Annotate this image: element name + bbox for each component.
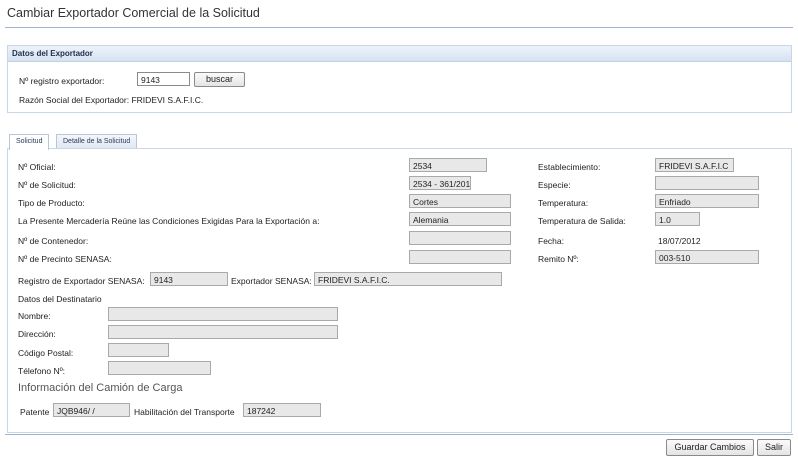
- temperatura-label: Temperatura:: [538, 198, 589, 208]
- fecha-value: 18/07/2012: [658, 236, 701, 246]
- remito-label: Remito Nº:: [538, 254, 579, 264]
- tab-detalle-solicitud[interactable]: Detalle de la Solicitud: [56, 134, 138, 149]
- razon-social-text: Razón Social del Exportador: FRIDEVI S.A…: [19, 95, 204, 105]
- exportador-senasa-label: Exportador SENASA:: [231, 276, 312, 286]
- nro-precinto-field: [409, 250, 511, 264]
- remito-field: 003-510: [655, 250, 759, 264]
- especie-label: Especie:: [538, 180, 571, 190]
- registro-exportador-label: Nº registro exportador:: [19, 76, 105, 86]
- footer-divider: [5, 434, 793, 435]
- establecimiento-field: FRIDEVI S.A.F.I.C: [655, 158, 734, 172]
- registro-senasa-field: 9143: [150, 272, 228, 286]
- nombre-label: Nombre:: [18, 311, 51, 321]
- camion-heading: Información del Camión de Carga: [18, 382, 183, 394]
- nro-oficial-label: Nº Oficial:: [18, 162, 56, 172]
- nro-solicitud-field: 2534 - 361/201: [409, 176, 471, 190]
- tab-solicitud[interactable]: Solicitud: [9, 134, 50, 150]
- solicitud-panel: Nº Oficial: 2534 Nº de Solicitud: 2534 -…: [7, 148, 792, 433]
- destinatario-heading: Datos del Destinatario: [18, 294, 102, 304]
- exportador-senasa-field: FRIDEVI S.A.F.I.C.: [314, 272, 502, 286]
- page-title: Cambiar Exportador Comercial de la Solic…: [7, 6, 260, 20]
- destino-exportacion-field: Alemania: [409, 212, 511, 226]
- establecimiento-label: Establecimiento:: [538, 162, 601, 172]
- buscar-button[interactable]: buscar: [194, 72, 245, 87]
- telefono-field: [108, 361, 211, 375]
- patente-field: JQB946/ /: [53, 403, 130, 417]
- codigo-postal-label: Código Postal:: [18, 348, 74, 358]
- nro-precinto-label: Nº de Precinto SENASA:: [18, 254, 112, 264]
- registro-exportador-input[interactable]: 9143: [137, 72, 190, 86]
- fecha-label: Fecha:: [538, 236, 564, 246]
- tipo-producto-label: Tipo de Producto:: [18, 198, 85, 208]
- nro-solicitud-label: Nº de Solicitud:: [18, 180, 76, 190]
- direccion-field: [108, 325, 338, 339]
- habilitacion-transporte-field: 187242: [243, 403, 321, 417]
- patente-label: Patente: [20, 407, 50, 417]
- temperatura-field: Enfriado: [655, 194, 759, 208]
- nombre-field: [108, 307, 338, 321]
- title-divider: [5, 27, 793, 28]
- codigo-postal-field: [108, 343, 169, 357]
- exporter-panel-header: Datos del Exportador: [8, 46, 791, 62]
- temperatura-salida-field: 1.0: [655, 212, 700, 226]
- temperatura-salida-label: Temperatura de Salida:: [538, 216, 626, 226]
- direccion-label: Dirección:: [18, 329, 56, 339]
- habilitacion-transporte-label: Habilitación del Transporte: [134, 407, 235, 417]
- registro-senasa-label: Registro de Exportador SENASA:: [18, 276, 145, 286]
- nro-contenedor-label: Nº de Contenedor:: [18, 236, 89, 246]
- tipo-producto-field: Cortes: [409, 194, 511, 208]
- nro-oficial-field: 2534: [409, 158, 487, 172]
- guardar-cambios-button[interactable]: Guardar Cambios: [666, 439, 754, 456]
- nro-contenedor-field: [409, 231, 511, 245]
- especie-field: [655, 176, 759, 190]
- destino-exportacion-label: La Presente Mercadería Reúne las Condici…: [18, 216, 320, 226]
- telefono-label: Télefono Nº:: [18, 366, 66, 376]
- exporter-panel: Datos del Exportador Nº registro exporta…: [7, 45, 792, 113]
- salir-button[interactable]: Salir: [757, 439, 791, 456]
